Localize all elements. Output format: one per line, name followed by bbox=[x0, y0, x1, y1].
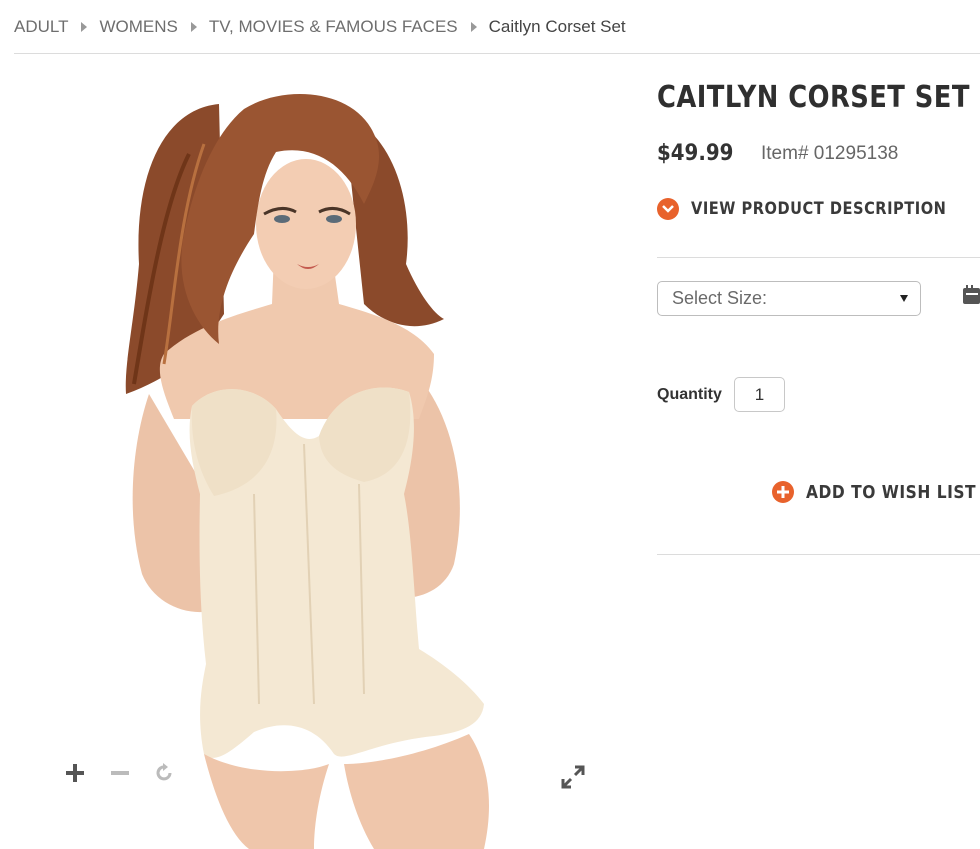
breadcrumb: ADULT WOMENS TV, MOVIES & FAMOUS FACES C… bbox=[14, 14, 626, 40]
item-number: Item# 01295138 bbox=[761, 143, 899, 164]
section-divider bbox=[657, 554, 980, 555]
view-product-description-toggle[interactable]: VIEW PRODUCT DESCRIPTION bbox=[657, 198, 980, 220]
expand-icon bbox=[561, 765, 585, 789]
size-chart-icon[interactable] bbox=[962, 285, 980, 305]
product-title: CAITLYN CORSET SET bbox=[657, 80, 970, 115]
add-to-wish-list-label: ADD TO WISH LIST bbox=[806, 481, 977, 503]
breadcrumb-link-tv-movies[interactable]: TV, MOVIES & FAMOUS FACES bbox=[209, 17, 458, 37]
zoom-in-button[interactable] bbox=[64, 762, 92, 790]
plus-icon bbox=[66, 764, 84, 782]
product-image bbox=[125, 94, 489, 849]
size-select[interactable]: Select Size: bbox=[657, 281, 921, 316]
section-divider bbox=[657, 257, 980, 258]
quantity-input[interactable] bbox=[734, 377, 785, 412]
breadcrumb-link-adult[interactable]: ADULT bbox=[14, 17, 68, 37]
product-price: $49.99 bbox=[657, 141, 734, 166]
zoom-out-button[interactable] bbox=[109, 762, 137, 790]
minus-icon bbox=[111, 771, 129, 775]
add-to-wish-list-button[interactable]: ADD TO WISH LIST bbox=[772, 481, 980, 503]
breadcrumb-separator-icon bbox=[81, 22, 88, 32]
breadcrumb-current: Caitlyn Corset Set bbox=[488, 17, 626, 36]
quantity-label: Quantity bbox=[657, 386, 722, 403]
plus-icon bbox=[772, 481, 794, 503]
breadcrumb-link-womens[interactable]: WOMENS bbox=[99, 17, 177, 37]
breadcrumb-separator-icon bbox=[190, 22, 197, 32]
size-select-value: Select Size: bbox=[672, 288, 768, 308]
rotate-icon bbox=[156, 763, 172, 781]
chevron-down-icon bbox=[657, 198, 679, 220]
breadcrumb-divider bbox=[14, 53, 980, 54]
product-image-viewer bbox=[14, 64, 634, 849]
reset-zoom-button[interactable] bbox=[154, 762, 182, 790]
dropdown-arrow-icon bbox=[900, 295, 908, 302]
fullscreen-button[interactable] bbox=[560, 764, 588, 792]
view-product-description-label: VIEW PRODUCT DESCRIPTION bbox=[691, 199, 947, 219]
breadcrumb-separator-icon bbox=[470, 22, 477, 32]
